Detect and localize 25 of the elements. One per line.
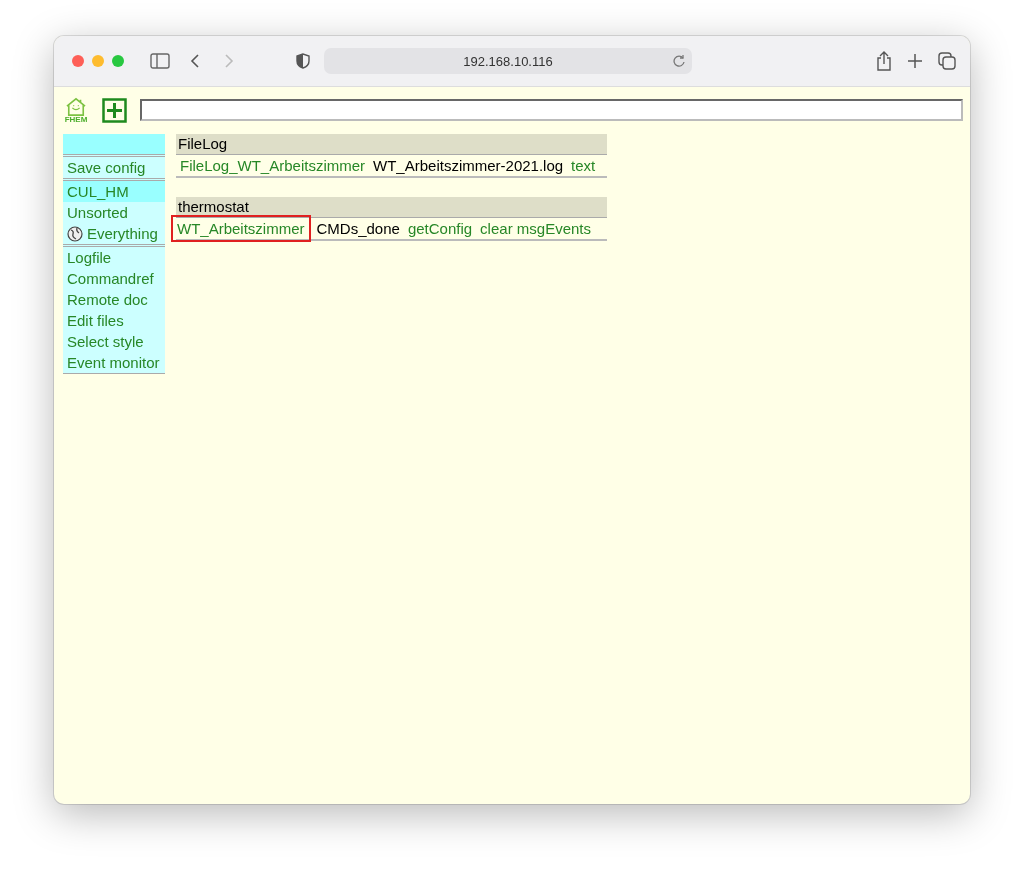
add-icon[interactable] [102, 97, 127, 123]
share-icon[interactable] [876, 51, 892, 71]
table-link[interactable]: text [567, 157, 600, 174]
table-link[interactable]: WT_Arbeitszimmer [173, 217, 309, 240]
table-title: FileLog [176, 134, 607, 155]
url-text: 192.168.10.116 [463, 53, 553, 69]
address-bar[interactable]: 192.168.10.116 [324, 48, 692, 74]
command-field[interactable] [140, 99, 963, 121]
sidebar-item[interactable]: CUL_HM [63, 181, 165, 202]
table-title: thermostat [176, 197, 607, 218]
sidebar-icon[interactable] [150, 53, 170, 69]
sidebar-item-label: Everything [87, 225, 158, 242]
reload-icon[interactable] [673, 54, 686, 68]
close-button[interactable] [72, 55, 84, 67]
table-link[interactable]: clear msgEvents [476, 220, 595, 237]
plus-icon[interactable] [908, 54, 922, 68]
back-icon[interactable] [190, 53, 200, 69]
table-cell-text: CMDs_done [315, 220, 401, 237]
table-link[interactable]: getConfig [403, 220, 477, 237]
table-cell-text: WT_Arbeitszimmer-2021.log [372, 157, 565, 174]
logo-text: FHEM [64, 115, 88, 124]
tabs-icon[interactable] [938, 52, 956, 70]
table-link[interactable]: FileLog_WT_Arbeitszimmer [176, 157, 370, 174]
shield-icon[interactable] [296, 53, 310, 69]
globe-icon [67, 225, 83, 242]
